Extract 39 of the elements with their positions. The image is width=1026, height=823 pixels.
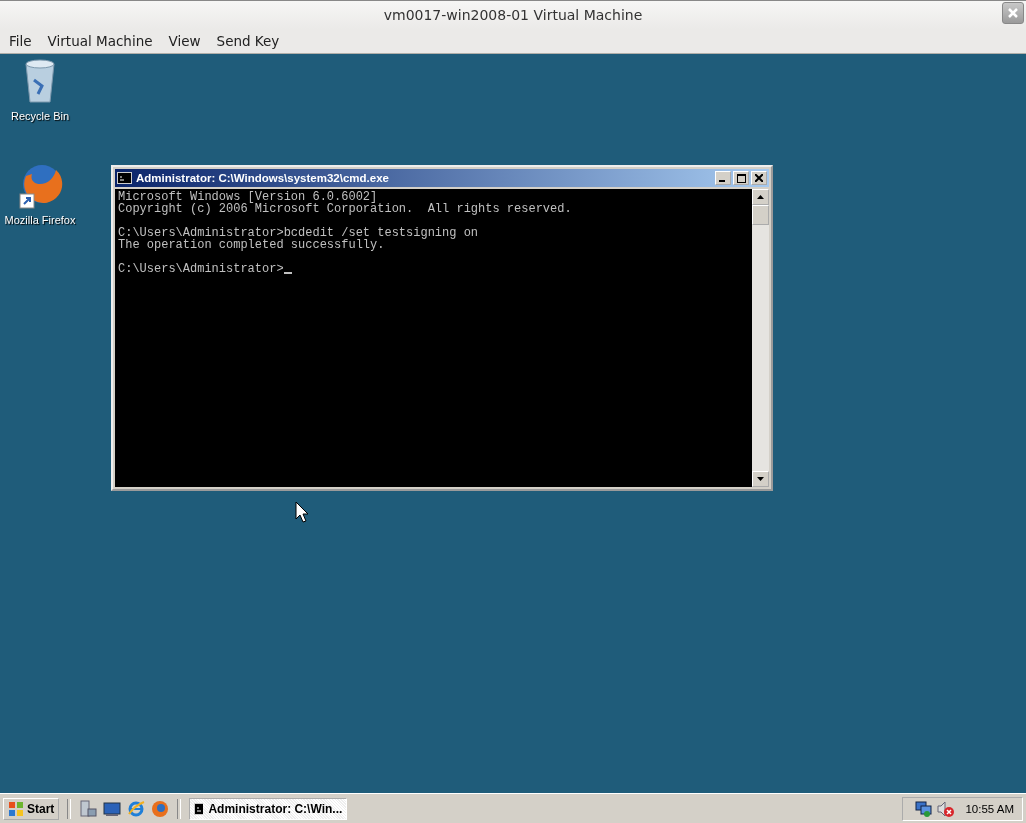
windows-logo-icon [8, 800, 24, 817]
server-icon[interactable] [79, 799, 98, 818]
down-arrow-icon [757, 477, 764, 481]
taskbar-button[interactable]: Administrator: C:\Win... [189, 797, 348, 820]
close-icon [755, 174, 763, 182]
console-line: C:\Users\Administrator>bcdedit /set testsigning on [118, 227, 479, 239]
clock: 10:55 AM [965, 802, 1014, 815]
scrollbar[interactable] [752, 189, 769, 487]
console-line: C:\Users\Administrator> [118, 263, 284, 275]
console-line: Copyright (c) 2006 Microsoft Corporation. All rights reserved. [118, 203, 572, 215]
up-arrow-icon [757, 195, 764, 199]
menu-item[interactable]: File [9, 33, 32, 49]
window-title: vm0017-win2008-01 Virtual Machine [383, 7, 643, 23]
console-icon [117, 172, 132, 184]
scroll-thumb[interactable] [752, 205, 769, 225]
maximize-icon [736, 173, 746, 183]
globe-icon[interactable] [127, 799, 146, 818]
scroll-up-button[interactable] [752, 189, 769, 205]
speaker-muted-icon[interactable] [937, 799, 956, 818]
text-cursor [283, 272, 292, 274]
icon-label: Recycle Bin [10, 110, 70, 122]
menu-item[interactable]: Send Key [216, 33, 280, 49]
console-line: The operation completed successfully. [118, 239, 385, 251]
network-icon[interactable] [915, 799, 934, 818]
maximize-button[interactable] [733, 171, 749, 185]
console-icon [194, 802, 204, 815]
console-line: Microsoft Windows [Version 6.0.6002] [118, 191, 378, 203]
menu-item[interactable]: View [168, 33, 201, 49]
close-icon [1008, 8, 1018, 18]
icon-label: Mozilla Firefox [4, 214, 76, 226]
mouse-pointer-icon [295, 501, 309, 523]
start-button[interactable]: Start [3, 797, 60, 820]
scroll-down-button[interactable] [752, 471, 769, 487]
menu-item[interactable]: Virtual Machine [47, 33, 153, 49]
console-title: Administrator: C:\Windows\system32\cmd.exe [136, 172, 390, 184]
minimize-button[interactable] [715, 171, 731, 185]
browser-icon[interactable] [151, 799, 170, 818]
monitor-icon[interactable] [103, 800, 122, 817]
browser-icon[interactable] [16, 162, 64, 210]
